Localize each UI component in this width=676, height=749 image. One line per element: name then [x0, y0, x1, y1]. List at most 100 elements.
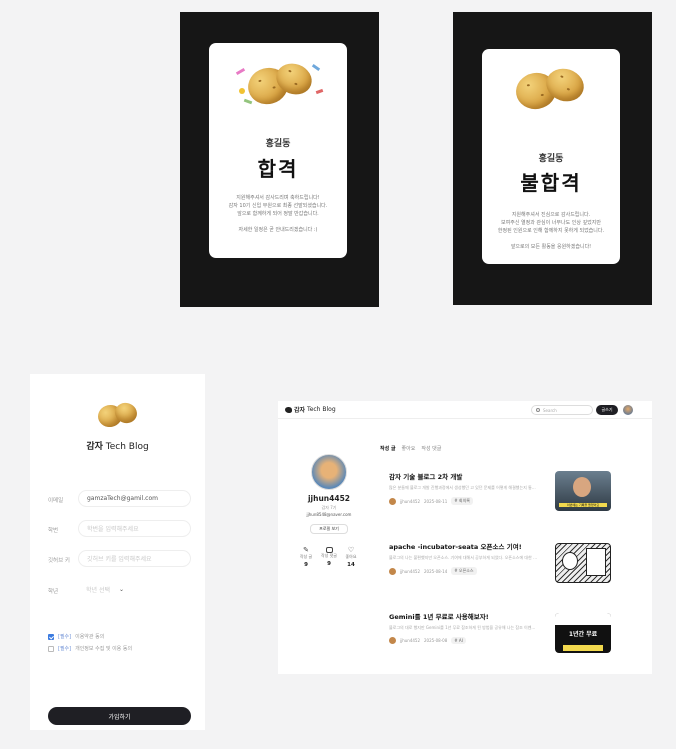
privacy-required-tag: [필수] [58, 646, 72, 652]
terms-agreement[interactable]: [필수] 이용약관 동의 [48, 633, 104, 640]
tab-comments[interactable]: 작성 댓글 [421, 445, 441, 452]
fail-message-line: 지원해주셔서 진심으로 감사드립니다. [511, 212, 591, 218]
fail-message-line: 한정된 인원으로 인해 함께하지 못하게 되었습니다. [497, 228, 605, 234]
search-icon [536, 408, 540, 412]
pass-message-line: 자세한 일정은 곧 안내드리겠습니다 :) [238, 227, 318, 233]
pass-candidate-name: 홍길동 [265, 139, 291, 149]
write-button[interactable]: 글쓰기 [596, 405, 618, 415]
stat-comments-label: 작성 댓글 [321, 553, 337, 558]
stat-comments-value: 9 [327, 561, 331, 567]
terms-required-tag: [필수] [58, 634, 72, 640]
post-thumbnail [555, 543, 611, 583]
signup-panel: 감자 Tech Blog 이메일 gamzaTech@gamil.com 학번 … [30, 374, 205, 730]
post-author: jjhun4452 [400, 638, 421, 643]
profile-avatar [311, 454, 347, 490]
post-tag[interactable]: # 오픈소스 [451, 567, 477, 575]
logo-potato-image [95, 400, 140, 431]
thumbnail-caption: 1년간 무료 [568, 631, 598, 638]
post-date: 2025-08-08 [424, 638, 448, 643]
pass-message-line: 앞으로 함께하게 되어 정말 반갑습니다. [237, 211, 319, 217]
stat-posts: ✎ 작성 글 9 [295, 546, 317, 568]
stat-likes-label: 좋아요 [345, 554, 357, 559]
post-desc: 블로그의 나는 불편했지만 오픈소스. 기여에 대해서 공부하게 되었다. 오픈… [389, 555, 539, 560]
thumbnail-caption: 이번에는 기록을 들었어요 [559, 503, 607, 507]
pass-message: 지원해주셔서 감사드리며 축하드립니다! 감자 10기 신입 부원으로 최종 선… [209, 194, 347, 234]
post-date: 2025-08-11 [424, 498, 448, 504]
profile-username: jjhun4452 [307, 494, 351, 503]
pass-message-line: 감자 10기 신입 부원으로 최종 선발되셨습니다. [228, 203, 328, 209]
email-label: 이메일 [48, 498, 64, 504]
pass-panel: 홍길동 합격 지원해주셔서 감사드리며 축하드립니다! 감자 10기 신입 부원… [180, 12, 379, 307]
post-author: jjhun4452 [400, 498, 421, 504]
fail-card: 홍길동 불합격 지원해주셔서 진심으로 감사드립니다. 보여주신 열정과 관심이… [482, 49, 620, 264]
header-avatar[interactable] [623, 405, 633, 415]
profile-email: jjhun8548@naver.com [306, 512, 352, 517]
privacy-agreement[interactable]: [필수] 개인정보 수집 및 이용 동의 [48, 645, 132, 652]
post-card[interactable]: 감자 기술 블로그 2차 개발 많은 분들께 블로그 개발 진행과정에서 생성했… [389, 471, 614, 516]
post-date: 2025-08-14 [424, 568, 448, 574]
fail-message-line: 보여주신 열정과 관심이 너무나도 인상 깊었지만 [501, 220, 601, 226]
privacy-text: 개인정보 수집 및 이용 동의 [75, 646, 133, 652]
brand-rest: Tech Blog [102, 442, 149, 452]
signup-brand: 감자 Tech Blog [30, 439, 205, 452]
post-author: jjhun4452 [400, 568, 421, 574]
potato-image [512, 63, 592, 115]
fail-result-title: 불합격 [520, 171, 582, 195]
grade-select-value: 학년 선택 [86, 587, 110, 594]
terms-text: 이용약관 동의 [75, 634, 105, 640]
pass-card: 홍길동 합격 지원해주셔서 감사드리며 축하드립니다! 감자 10기 신입 부원… [209, 43, 347, 258]
author-avatar [389, 567, 396, 575]
pass-result-title: 합격 [257, 157, 299, 181]
github-key-field[interactable]: 깃허브 키를 입력해주세요 [78, 550, 191, 567]
github-key-label: 깃허브 키 [48, 558, 70, 564]
stat-likes-value: 14 [347, 562, 355, 568]
privacy-checkbox[interactable] [48, 645, 54, 652]
tab-posts[interactable]: 작성 글 [380, 445, 396, 452]
stat-comments: 작성 댓글 9 [318, 546, 340, 567]
stat-likes: ♡ 좋아요 14 [340, 546, 362, 568]
stat-posts-value: 9 [304, 562, 308, 568]
blog-panel: 감자 Tech Blog Search 글쓰기 jjhun4452 감자 7기 … [278, 401, 652, 674]
post-tag[interactable]: # 회의록 [451, 497, 473, 505]
chevron-down-icon: ⌄ [118, 586, 124, 593]
fail-message: 지원해주셔서 진심으로 감사드립니다. 보여주신 열정과 관심이 너무나도 인상… [482, 211, 620, 251]
profile-view-button[interactable]: 프로필 보기 [310, 524, 348, 534]
blog-header: 감자 Tech Blog Search 글쓰기 [278, 401, 652, 419]
fail-message-spacer [482, 235, 620, 243]
fail-panel: 홍길동 불합격 지원해주셔서 진심으로 감사드립니다. 보여주신 열정과 관심이… [453, 12, 652, 305]
fail-message-line: 앞으로의 모든 활동을 응원하겠습니다! [510, 244, 592, 250]
post-thumbnail: 이번에는 기록을 들었어요 [555, 471, 611, 511]
signup-submit-button[interactable]: 가입하기 [48, 707, 191, 725]
post-desc: 많은 분들께 블로그 개발 진행과정에서 생성했던 고 있던 문제를 어떻게 해… [389, 485, 539, 490]
potato-confetti-image [234, 58, 324, 112]
search-input[interactable]: Search [531, 405, 593, 415]
brand-bold: 감자 [86, 442, 103, 452]
student-id-field[interactable]: 학번을 입력해주세요 [78, 520, 191, 537]
pass-message-line: 지원해주셔서 감사드리며 축하드립니다! [236, 195, 320, 201]
post-tag[interactable]: # AI [451, 637, 466, 644]
stat-posts-label: 작성 글 [299, 554, 313, 559]
post-card[interactable]: apache -incubator-seata 오픈소스 기여! 블로그의 나는… [389, 541, 614, 586]
terms-checkbox[interactable] [48, 633, 54, 640]
post-thumbnail: 1년간 무료 [555, 613, 611, 653]
author-avatar [389, 637, 396, 644]
author-avatar [389, 497, 396, 505]
profile-tabs: 작성 글 좋아요 작성 댓글 [380, 445, 441, 452]
pass-message-spacer [209, 218, 347, 226]
email-field[interactable]: gamzaTech@gamil.com [78, 490, 191, 507]
pencil-icon: ✎ [303, 546, 309, 554]
blog-logo[interactable]: 감자 Tech Blog [285, 405, 336, 414]
search-placeholder: Search [543, 407, 557, 413]
fail-candidate-name: 홍길동 [538, 154, 564, 164]
student-id-label: 학번 [48, 528, 59, 534]
heart-icon: ♡ [347, 546, 355, 554]
profile-role: 감자 7기 [321, 505, 337, 510]
bird-logo-icon [285, 406, 292, 413]
post-desc: 블로그의 대로 했지만 Gemini를 1년 무료 참조하게 된 방법을 공유해… [389, 625, 539, 630]
blog-brand-bold: 감자 [294, 407, 306, 414]
post-card[interactable]: Gemini를 1년 무료로 사용해보자! 블로그의 대로 했지만 Gemini… [389, 611, 614, 656]
grade-select[interactable]: 학년 선택 ⌄ [78, 581, 132, 598]
tab-likes[interactable]: 좋아요 [402, 445, 416, 452]
grade-label: 학년 [48, 589, 59, 595]
blog-brand-rest: Tech Blog [307, 406, 336, 413]
